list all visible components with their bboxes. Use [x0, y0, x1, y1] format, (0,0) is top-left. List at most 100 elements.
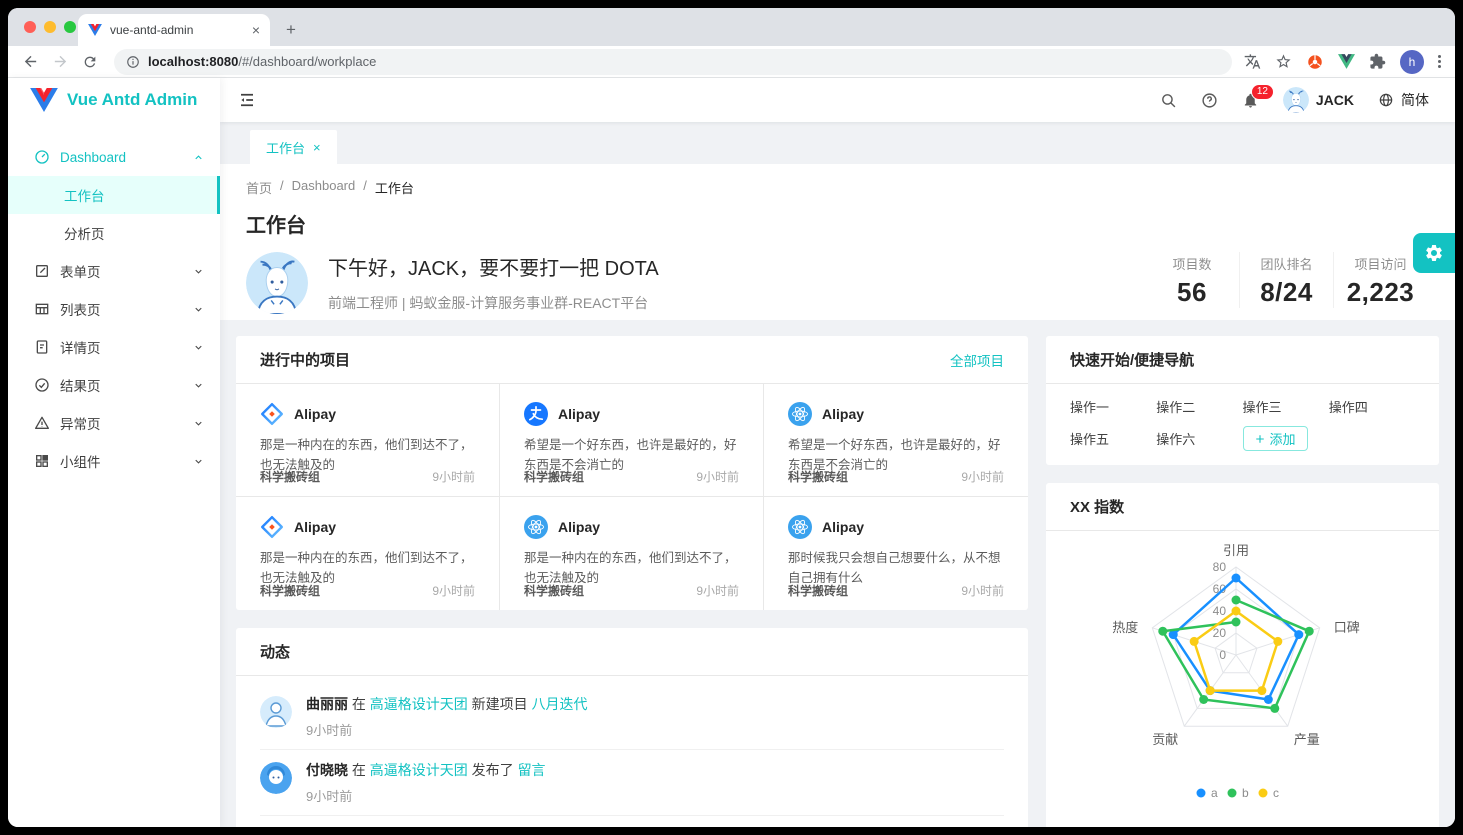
browser-tab[interactable]: vue-antd-admin × [78, 14, 270, 46]
sidebar-item-widget[interactable]: 小组件 [8, 442, 220, 480]
quick-nav-title: 快速开始/便捷导航 [1070, 349, 1194, 370]
svg-text:0: 0 [1219, 648, 1226, 662]
svg-text:b: b [1242, 786, 1249, 800]
svg-text:80: 80 [1213, 560, 1227, 574]
sidebar-item-dashboard[interactable]: Dashboard [8, 138, 220, 176]
quick-link-3[interactable]: 操作三 [1243, 394, 1329, 418]
activity-team-link[interactable]: 高逼格设计天团 [370, 762, 468, 778]
avatar [260, 762, 292, 794]
forward-icon[interactable] [48, 50, 72, 74]
user-avatar-large [246, 252, 308, 314]
sidebar-item-form[interactable]: 表单页 [8, 252, 220, 290]
search-icon[interactable] [1160, 92, 1177, 109]
react-logo-icon [524, 515, 548, 539]
activity-target-link[interactable]: 八月迭代 [532, 696, 588, 712]
favicon-vue-icon [88, 24, 102, 36]
quick-link-5[interactable]: 操作五 [1070, 427, 1156, 451]
sidebar-item-workplace[interactable]: 工作台 [8, 176, 220, 214]
activity-user[interactable]: 曲丽丽 [306, 696, 348, 712]
username: JACK [1316, 92, 1354, 108]
back-icon[interactable] [18, 50, 42, 74]
project-group-link[interactable]: 科学搬砖组 [260, 582, 320, 599]
sidebar-item-list[interactable]: 列表页 [8, 290, 220, 328]
react-logo-icon [788, 515, 812, 539]
chevron-down-icon [193, 456, 204, 467]
svg-text:a: a [1211, 786, 1218, 800]
settings-button[interactable] [1413, 233, 1455, 273]
sidebar-item-exception[interactable]: 异常页 [8, 404, 220, 442]
project-card[interactable]: Alipay 那是一种内在的东西，他们到达不了，也无法触及的 科学搬砖组9小时前 [236, 497, 500, 610]
project-group-link[interactable]: 科学搬砖组 [788, 468, 848, 485]
tab-close-icon[interactable]: × [252, 23, 260, 37]
stat-projects: 项目数 56 [1145, 252, 1239, 308]
plus-icon [1255, 434, 1265, 444]
project-group-link[interactable]: 科学搬砖组 [524, 582, 584, 599]
chevron-down-icon [193, 380, 204, 391]
translate-icon[interactable] [1244, 53, 1261, 70]
radar-chart: 020406080引用口碑产量贡献热度abc [1046, 531, 1433, 827]
breadcrumb: 首页 / Dashboard / 工作台 [246, 178, 1427, 197]
quick-link-1[interactable]: 操作一 [1070, 394, 1156, 418]
activity-item: 曲丽丽 在 高逼格设计天团 新建项目 八月迭代 9小时前 [260, 684, 1004, 749]
app-header: 12 JACK 简体 [220, 78, 1455, 122]
project-group-link[interactable]: 科学搬砖组 [788, 582, 848, 599]
bookmark-star-icon[interactable] [1275, 53, 1292, 70]
menu-fold-icon[interactable] [238, 91, 256, 109]
activity-user[interactable]: 付晓晓 [306, 762, 348, 778]
activity-team-link[interactable]: 高逼格设计天团 [370, 696, 468, 712]
address-bar[interactable]: localhost:8080/#/dashboard/workplace [114, 49, 1232, 75]
app-logo[interactable]: Vue Antd Admin [8, 78, 220, 122]
quick-link-2[interactable]: 操作二 [1156, 394, 1242, 418]
view-all-projects-link[interactable]: 全部项目 [950, 350, 1004, 370]
new-tab-button[interactable]: + [278, 17, 304, 43]
project-group-link[interactable]: 科学搬砖组 [260, 468, 320, 485]
index-chart-card: XX 指数 020406080引用口碑产量贡献热度abc [1046, 483, 1439, 827]
language-switch[interactable]: 简体 [1378, 90, 1429, 110]
vue-devtools-icon[interactable] [1338, 54, 1355, 69]
svg-text:40: 40 [1213, 604, 1227, 618]
project-card[interactable]: Alipay 希望是一个好东西，也许是最好的，好东西是不会消亡的 科学搬砖组9小… [764, 384, 1028, 497]
reload-icon[interactable] [78, 50, 102, 74]
sidebar: Vue Antd Admin Dashboard 工作台 分析页 [8, 78, 220, 827]
extension-orange-icon[interactable] [1306, 53, 1324, 71]
alipay-logo-icon [524, 402, 548, 426]
antd-logo-icon [260, 515, 284, 539]
info-icon[interactable] [126, 55, 140, 69]
index-chart-title: XX 指数 [1070, 496, 1124, 517]
maximize-window-button[interactable] [64, 21, 76, 33]
chevron-down-icon [193, 304, 204, 315]
project-card[interactable]: Alipay 那时候我只会想自己想要什么，从不想自己拥有什么 科学搬砖组9小时前 [764, 497, 1028, 610]
minimize-window-button[interactable] [44, 21, 56, 33]
user-menu[interactable]: JACK [1283, 87, 1354, 113]
widget-icon [34, 453, 50, 469]
kebab-menu-icon[interactable] [1438, 53, 1441, 70]
activity-target-link[interactable]: 留言 [518, 762, 546, 778]
browser-window: vue-antd-admin × + localhost:8080/#/dash… [8, 8, 1455, 827]
quick-link-4[interactable]: 操作四 [1329, 394, 1415, 418]
breadcrumb-dashboard[interactable]: Dashboard [292, 178, 356, 197]
help-icon[interactable] [1201, 92, 1218, 109]
puzzle-icon[interactable] [1369, 53, 1386, 70]
browser-profile-avatar[interactable]: h [1400, 50, 1424, 74]
sidebar-item-result[interactable]: 结果页 [8, 366, 220, 404]
tab-close-icon[interactable]: × [313, 140, 321, 155]
activity-time: 9小时前 [306, 720, 588, 739]
activity-item [260, 815, 1004, 827]
project-card[interactable]: Alipay 那是一种内在的东西，他们到达不了，也无法触及的 科学搬砖组9小时前 [500, 497, 764, 610]
sidebar-item-detail[interactable]: 详情页 [8, 328, 220, 366]
page-tab-workplace[interactable]: 工作台 × [250, 130, 337, 164]
window-controls[interactable] [24, 21, 76, 33]
quick-nav-card: 快速开始/便捷导航 操作一 操作二 操作三 操作四 操作五 操作六 添加 [1046, 336, 1439, 465]
breadcrumb-home[interactable]: 首页 [246, 178, 272, 197]
activity-card: 动态 曲丽丽 在 高逼格设计天团 [236, 628, 1028, 827]
project-card[interactable]: Alipay 希望是一个好东西，也许是最好的，好东西是不会消亡的 科学搬砖组9小… [500, 384, 764, 497]
notification-bell[interactable]: 12 [1242, 92, 1259, 109]
quick-link-6[interactable]: 操作六 [1156, 427, 1242, 451]
svg-text:c: c [1273, 786, 1279, 800]
sidebar-item-analysis[interactable]: 分析页 [8, 214, 220, 252]
project-card[interactable]: Alipay 那是一种内在的东西，他们到达不了，也无法触及的 科学搬砖组9小时前 [236, 384, 500, 497]
close-window-button[interactable] [24, 21, 36, 33]
project-group-link[interactable]: 科学搬砖组 [524, 468, 584, 485]
svg-text:口碑: 口碑 [1334, 620, 1360, 635]
add-button[interactable]: 添加 [1243, 426, 1308, 451]
